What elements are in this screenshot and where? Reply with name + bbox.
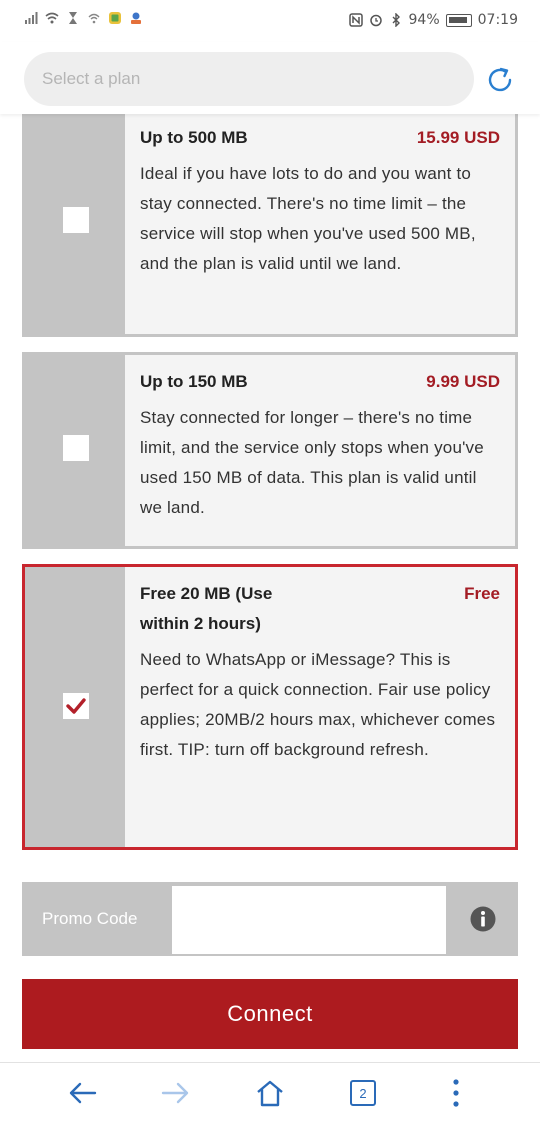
battery-icon — [445, 13, 472, 27]
plan-checkbox[interactable] — [63, 435, 89, 461]
hourglass-icon — [69, 12, 77, 24]
clock: 07:19 — [477, 12, 518, 28]
refresh-icon[interactable] — [484, 64, 516, 96]
plan-card-free-20mb[interactable]: Free 20 MB (Use within 2 hours) Free Nee… — [22, 564, 518, 850]
plan-checkbox-area[interactable] — [25, 114, 125, 334]
alarm-icon — [369, 14, 382, 27]
app-header — [0, 42, 540, 114]
info-icon[interactable] — [470, 906, 496, 932]
plan-checkbox-area[interactable] — [25, 355, 125, 546]
bot-notification-icon — [131, 12, 141, 24]
promo-code-label: Promo Code — [42, 909, 138, 928]
status-bar: 94% 07:19 — [0, 0, 540, 42]
plan-details: Free 20 MB (Use within 2 hours) Free Nee… — [125, 567, 515, 847]
more-vertical-icon — [453, 1079, 459, 1107]
plan-checkbox-checked[interactable] — [63, 693, 89, 719]
plan-title: Free 20 MB (Use within 2 hours) — [140, 584, 273, 633]
plan-card-150mb[interactable]: Up to 150 MB 9.99 USD Stay connected for… — [22, 352, 518, 549]
plan-checkbox[interactable] — [63, 207, 89, 233]
forward-button[interactable] — [158, 1075, 194, 1111]
browser-nav-bar: 2 — [0, 1062, 540, 1122]
plan-description: Stay connected for longer – there's no t… — [140, 408, 484, 517]
plan-description: Need to WhatsApp or iMessage? This is pe… — [140, 650, 496, 759]
promo-code-row: Promo Code — [22, 882, 518, 956]
plan-card-500mb[interactable]: Up to 500 MB 15.99 USD Ideal if you have… — [22, 114, 518, 337]
app-notification-icon — [109, 12, 121, 24]
menu-button[interactable] — [438, 1075, 474, 1111]
plan-price: 9.99 USD — [426, 372, 500, 391]
home-button[interactable] — [252, 1075, 288, 1111]
plan-details: Up to 500 MB 15.99 USD Ideal if you have… — [125, 114, 515, 334]
nfc-icon — [348, 13, 363, 27]
bluetooth-icon — [392, 13, 400, 27]
plan-price: 15.99 USD — [416, 128, 500, 147]
arrow-right-icon — [161, 1082, 189, 1104]
connect-button[interactable]: Connect — [22, 979, 518, 1049]
tabs-button[interactable]: 2 — [345, 1075, 381, 1111]
back-button[interactable] — [64, 1075, 100, 1111]
plan-title: Up to 150 MB — [140, 372, 248, 391]
status-icons-left — [24, 11, 143, 25]
plan-price: Free — [464, 584, 500, 603]
battery-percent: 94% — [408, 12, 440, 28]
plan-details: Up to 150 MB 9.99 USD Stay connected for… — [125, 355, 515, 546]
status-icons-right: 94% 07:19 — [348, 12, 518, 28]
promo-code-input[interactable] — [172, 886, 446, 954]
wifi-icon — [45, 12, 59, 24]
checkmark-icon — [66, 698, 86, 714]
arrow-left-icon — [69, 1082, 97, 1104]
plan-title: Up to 500 MB — [140, 128, 248, 147]
signal-icon — [25, 12, 38, 24]
plan-description: Ideal if you have lots to do and you wan… — [140, 164, 476, 273]
tab-count-badge: 2 — [350, 1080, 376, 1106]
plan-list[interactable]: Up to 500 MB 15.99 USD Ideal if you have… — [0, 114, 540, 1062]
home-icon — [257, 1080, 283, 1107]
hotspot-icon — [88, 13, 100, 24]
plan-checkbox-area[interactable] — [25, 567, 125, 847]
plan-select-input[interactable] — [24, 52, 474, 106]
